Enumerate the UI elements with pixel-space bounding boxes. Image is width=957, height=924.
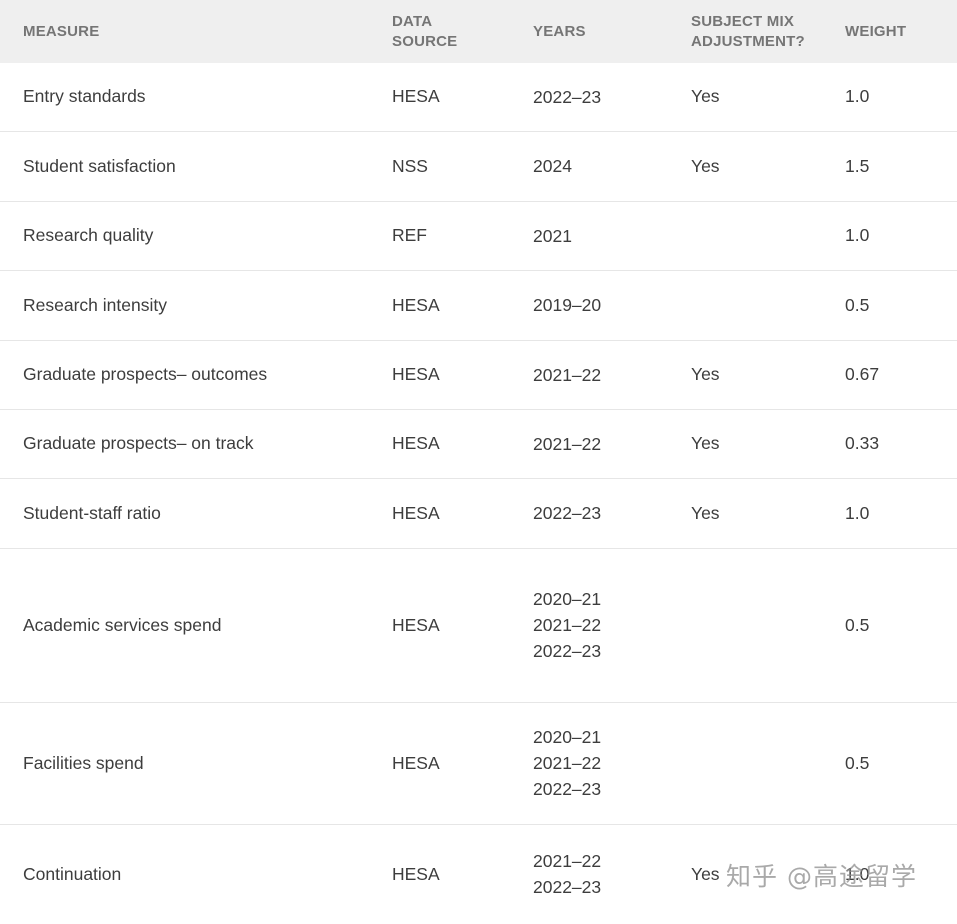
cell-source: HESA [392, 408, 533, 478]
cell-measure: Student satisfaction [0, 130, 392, 201]
table-row: Graduate prospects– on track HESA 2021–2… [0, 408, 957, 478]
cell-years: 2021 [533, 200, 691, 270]
table-row: Student-staff ratio HESA 2022–23 Yes 1.0 [0, 477, 957, 548]
year-value: 2022–23 [533, 503, 602, 523]
cell-weight: 0.5 [845, 547, 957, 702]
header-data-source: DATA SOURCE [392, 0, 533, 63]
cell-adjustment: Yes [691, 130, 845, 201]
cell-source: HESA [392, 547, 533, 702]
cell-source: HESA [392, 339, 533, 409]
year-value: 2022–23 [533, 877, 602, 898]
cell-measure: Research intensity [0, 269, 392, 340]
cell-adjustment [691, 547, 845, 702]
cell-adjustment [691, 200, 845, 270]
cell-weight: 0.67 [845, 339, 957, 409]
header-data-source-line1: DATA [392, 12, 433, 30]
cell-adjustment [691, 269, 845, 340]
cell-years: 2021–22 [533, 339, 691, 409]
cell-measure: Continuation [0, 823, 392, 924]
cell-weight: 1.0 [845, 86, 870, 107]
cell-source: HESA [392, 823, 533, 924]
watermark: 知乎 @高途留学 [726, 862, 917, 891]
cell-measure: Facilities spend [0, 701, 392, 824]
cell-weight: 0.5 [845, 701, 957, 824]
year-value: 2021–22 [533, 851, 602, 872]
cell-measure: Research quality [0, 200, 392, 270]
table-header: MEASURE DATA SOURCE YEARS SUBJECT MIX AD… [0, 0, 957, 63]
table-body: Entry standards HESA 2022–23 Yes 1.0 Stu… [0, 63, 957, 924]
cell-years: 2020–21 2021–22 2022–23 [533, 701, 691, 824]
year-value: 2021–22 [533, 364, 602, 385]
cell-years: 2020–21 2021–22 2022–23 [533, 547, 691, 702]
cell-source: REF [392, 200, 533, 270]
cell-source: HESA [392, 701, 533, 824]
table-row: Research intensity HESA 2019–20 0.5 [0, 269, 957, 340]
measures-table: MEASURE DATA SOURCE YEARS SUBJECT MIX AD… [0, 0, 957, 924]
year-value: 2022–23 [533, 641, 602, 661]
cell-source: NSS [392, 130, 533, 201]
cell-measure: Graduate prospects– on track [0, 408, 392, 478]
cell-years: 2019–20 [533, 269, 691, 340]
table-row: Graduate prospects– outcomes HESA 2021–2… [0, 339, 957, 409]
cell-years: 2024 [533, 130, 691, 201]
year-value: 2020–21 [533, 727, 602, 747]
cell-years: 2021–22 [533, 408, 691, 478]
cell-years: 2022–23 [533, 63, 691, 131]
cell-measure: Student-staff ratio [0, 477, 392, 548]
cell-weight: 1.0 [845, 200, 957, 270]
cell-adjustment: Yes [691, 339, 845, 409]
header-subject-mix-line2: ADJUSTMENT? [691, 32, 805, 50]
table-row: Student satisfaction NSS 2024 Yes 1.5 [0, 130, 957, 201]
header-subject-mix: SUBJECT MIX ADJUSTMENT? [691, 0, 845, 63]
cell-years: 2021–22 2022–23 [533, 823, 691, 924]
header-measure: MEASURE [23, 22, 100, 40]
cell-adjustment: Yes [691, 86, 720, 107]
year-value: 2019–20 [533, 295, 602, 315]
cell-years: 2022–23 [533, 477, 691, 548]
cell-adjustment [691, 701, 845, 824]
year-value: 2021–22 [533, 753, 602, 773]
cell-adjustment: Yes [691, 408, 845, 478]
cell-weight: 1.5 [845, 130, 957, 201]
year-value: 2021–22 [533, 433, 602, 454]
header-data-source-line2: SOURCE [392, 32, 458, 50]
header-subject-mix-line1: SUBJECT MIX [691, 12, 795, 30]
table-row: Research quality REF 2021 1.0 [0, 200, 957, 270]
year-value: 2022–23 [533, 86, 602, 107]
cell-adjustment: Yes [691, 477, 845, 548]
header-years: YEARS [533, 22, 586, 40]
cell-source: HESA [392, 86, 440, 107]
year-value: 2021–22 [533, 615, 602, 635]
year-value: 2022–23 [533, 779, 602, 799]
cell-measure: Entry standards [23, 86, 146, 107]
header-weight: WEIGHT [845, 22, 907, 40]
cell-weight: 1.0 [845, 477, 957, 548]
year-value: 2020–21 [533, 589, 602, 609]
cell-source: HESA [392, 269, 533, 340]
cell-source: HESA [392, 477, 533, 548]
year-value: 2024 [533, 156, 572, 176]
cell-measure: Academic services spend [0, 547, 392, 702]
cell-weight: 0.5 [845, 269, 957, 340]
table-row: Entry standards HESA 2022–23 Yes 1.0 [0, 63, 957, 131]
cell-measure: Graduate prospects– outcomes [0, 339, 392, 409]
table-row: Facilities spend HESA 2020–21 2021–22 20… [0, 701, 957, 824]
cell-weight: 0.33 [845, 408, 957, 478]
table-row: Academic services spend HESA 2020–21 202… [0, 547, 957, 702]
year-value: 2021 [533, 225, 572, 246]
header-row: MEASURE DATA SOURCE YEARS SUBJECT MIX AD… [0, 0, 957, 63]
